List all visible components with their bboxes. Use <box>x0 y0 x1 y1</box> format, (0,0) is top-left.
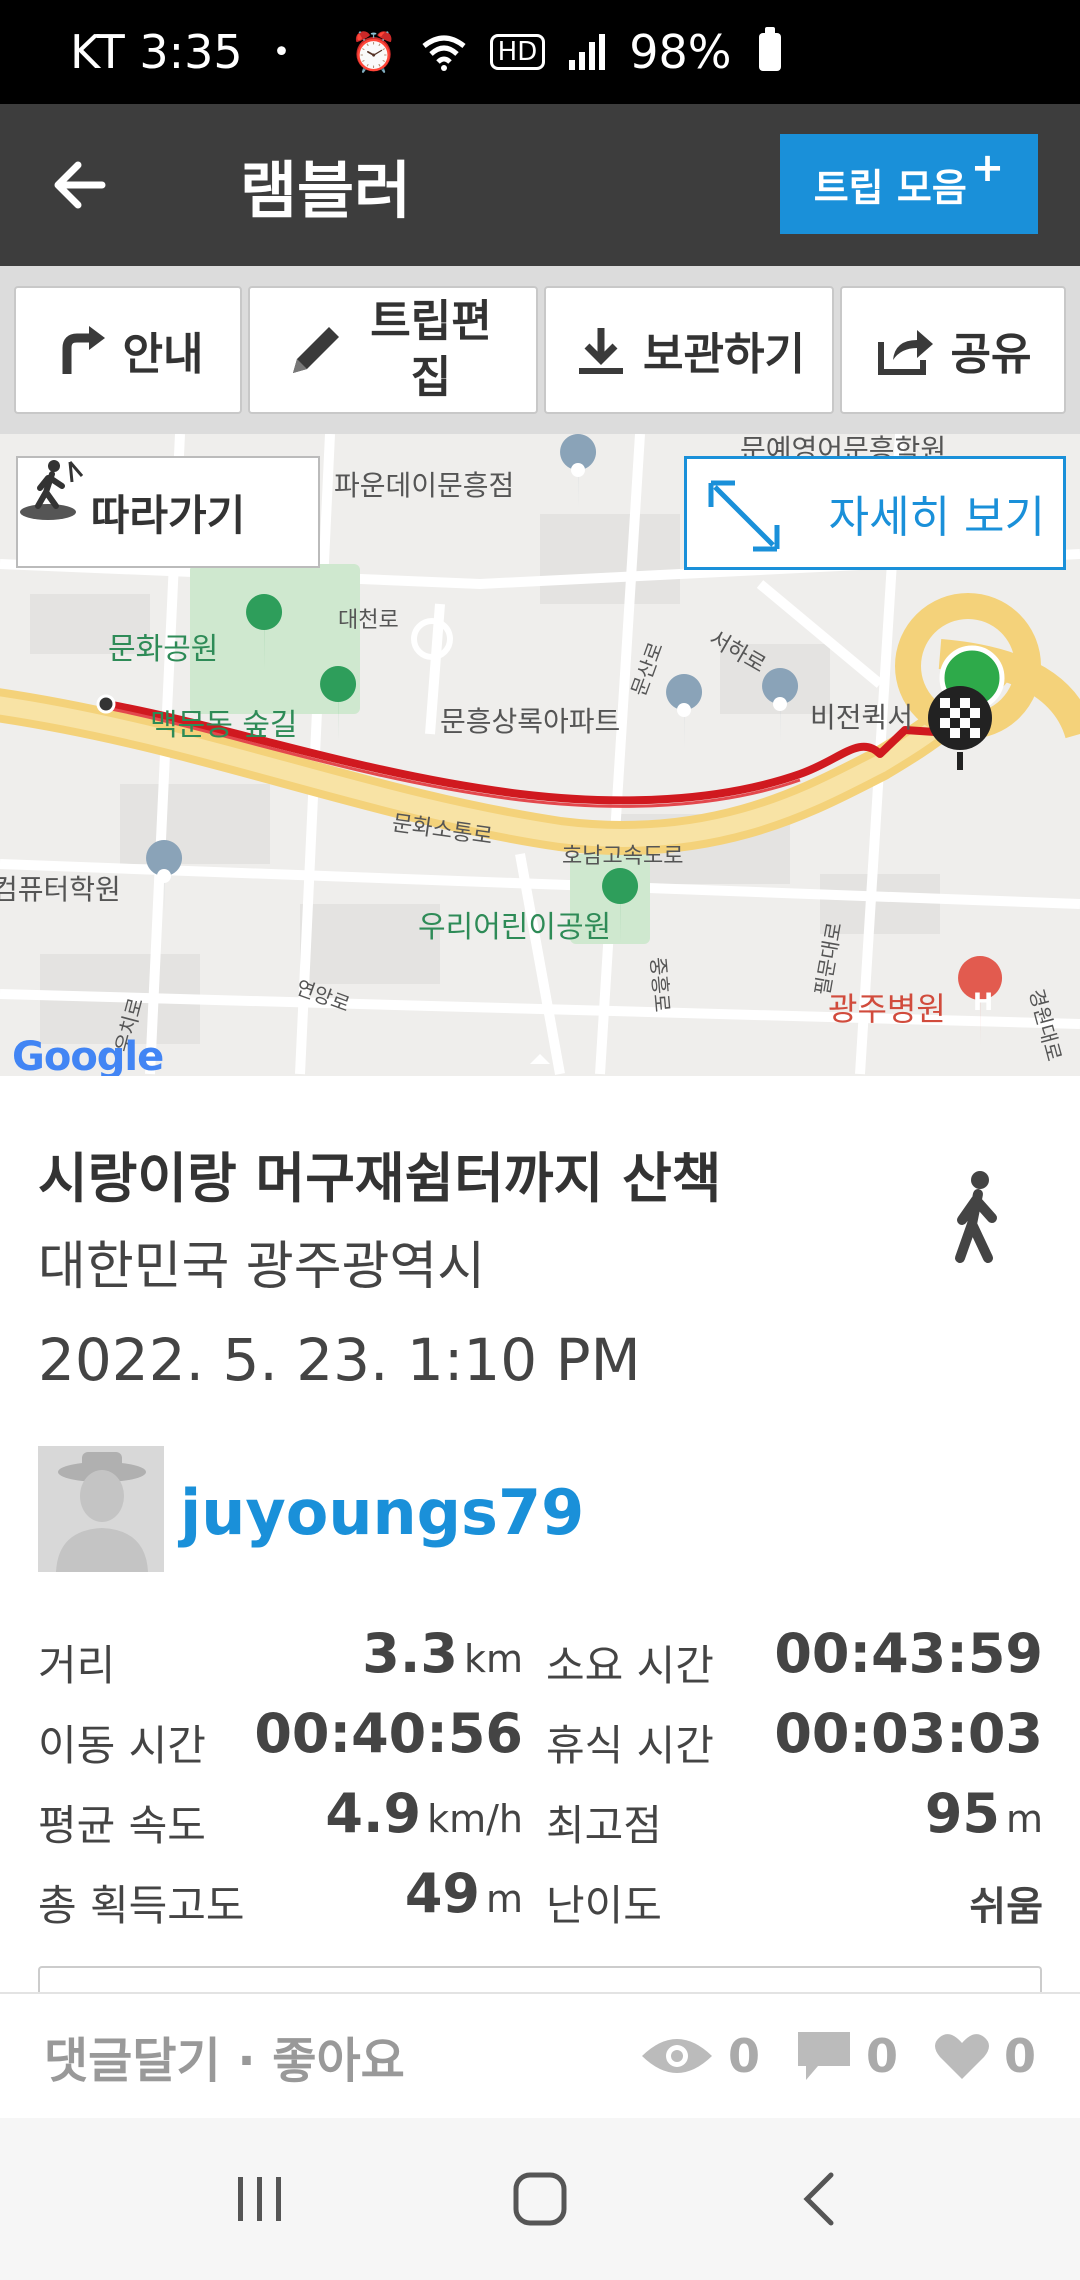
username-link[interactable]: juyoungs79 <box>180 1476 584 1549</box>
arrow-left-icon <box>54 161 106 209</box>
likes-counter[interactable]: 0 <box>934 2029 1036 2083</box>
stat-row: 총 획득고도 49 m 난이도 쉬움 <box>38 1856 1043 1936</box>
recent-apps-icon <box>238 2177 281 2221</box>
guide-button[interactable]: 안내 <box>14 286 242 414</box>
stat-value: 00:43:59 <box>774 1622 1043 1685</box>
stat-label: 난이도 <box>546 1881 662 1930</box>
comment-like-link[interactable]: 댓글달기 · 좋아요 <box>44 2021 405 2091</box>
expand-icon <box>708 480 780 552</box>
default-avatar-icon <box>38 1446 164 1572</box>
stat-label: 총 획득고도 <box>38 1881 245 1930</box>
heart-icon <box>934 2034 989 2079</box>
edit-trip-label: 트립편집 <box>370 296 492 403</box>
comments-counter[interactable]: 0 <box>796 2029 898 2083</box>
back-nav-button[interactable] <box>760 2149 880 2249</box>
save-label: 보관하기 <box>643 329 805 380</box>
views-count: 0 <box>727 2029 760 2083</box>
comment-like-bar: 댓글달기 · 좋아요 0 0 0 <box>0 1992 1080 2118</box>
stat-value: 4.9 km/h <box>325 1782 523 1845</box>
hd-voice-icon: HD <box>489 34 546 70</box>
stat-label: 최고점 <box>546 1801 662 1850</box>
view-detail-button[interactable]: 자세히 보기 <box>684 456 1066 570</box>
map-label-munheung-apt: 문흥상록아파트 <box>440 705 621 738</box>
walking-icon <box>955 1171 997 1263</box>
stat-row: 거리 3.3 km 소요 시간 00:43:59 <box>38 1616 1043 1696</box>
trip-location: 대한민국 광주광역시 <box>38 1237 486 1297</box>
map-label-woori: 우리어린이공원 <box>418 910 612 945</box>
download-icon <box>579 328 624 374</box>
google-logo: Google <box>12 1034 164 1076</box>
trip-date: 2022. 5. 23. 1:10 PM <box>38 1326 641 1394</box>
stat-row: 이동 시간 00:40:56 휴식 시간 00:03:03 <box>38 1696 1043 1776</box>
home-icon <box>513 2172 567 2226</box>
stat-label: 거리 <box>38 1641 116 1690</box>
home-button[interactable] <box>480 2149 600 2249</box>
app-title: 램블러 <box>240 154 412 227</box>
map-label-maekmundong: 맥문동 숲길 <box>150 708 298 743</box>
difficulty-value: 쉬움 <box>969 1884 1043 1930</box>
likes-count: 0 <box>1003 2029 1036 2083</box>
map-label-gwangju-hospital: 광주병원 <box>828 990 946 1028</box>
route-map[interactable]: H 문예영어문흥학원 파운데이문흥점 문화공원 대천로 서하로 문산로 맥문동 … <box>0 434 1080 1076</box>
follow-button[interactable]: 따라가기 <box>16 456 320 568</box>
share-button[interactable]: 공유 <box>840 286 1066 414</box>
wifi-icon <box>422 35 466 71</box>
stat-label: 평균 속도 <box>38 1801 206 1850</box>
plus-icon: + <box>970 145 1005 191</box>
comment-icon <box>797 2032 850 2080</box>
stat-value: 3.3 km <box>362 1622 523 1685</box>
svg-text:H: H <box>973 988 993 1016</box>
stat-value: 95 m <box>924 1782 1043 1845</box>
action-toolbar: 안내 트립편집 보관하기 공유 <box>0 266 1080 434</box>
share-label: 공유 <box>950 329 1032 380</box>
stat-label: 휴식 시간 <box>546 1721 714 1770</box>
map-label-computer: 컴퓨터학원 <box>0 873 121 906</box>
stat-label: 소요 시간 <box>546 1641 714 1690</box>
turn-right-icon <box>62 326 105 374</box>
edit-trip-button[interactable]: 트립편집 <box>248 286 538 414</box>
battery-percent: 98% <box>629 25 732 79</box>
trip-collection-label: 트립 모음 <box>813 165 967 210</box>
trip-title: 시랑이랑 머구재쉼터까지 산책 <box>38 1147 722 1210</box>
view-detail-label: 자세히 보기 <box>828 492 1045 543</box>
user-avatar[interactable] <box>38 1446 164 1572</box>
chevron-left-icon <box>803 2172 834 2226</box>
battery-icon <box>759 27 782 71</box>
trip-collection-button[interactable]: 트립 모음 + <box>780 134 1038 234</box>
share-icon <box>877 330 933 375</box>
back-button[interactable] <box>50 135 160 235</box>
map-label-vertical-road: 중흥로 <box>645 956 675 1014</box>
app-bar: 램블러 트립 모음 + <box>0 104 1080 266</box>
views-counter: 0 <box>640 2029 760 2083</box>
stat-label: 이동 시간 <box>38 1721 206 1770</box>
stat-row: 평균 속도 4.9 km/h 최고점 95 m <box>38 1776 1043 1856</box>
trip-stats: 거리 3.3 km 소요 시간 00:43:59 이동 시간 00:40:56 휴… <box>38 1616 1043 1936</box>
comments-count: 0 <box>865 2029 898 2083</box>
map-label-daecheonro: 대천로 <box>338 608 399 633</box>
status-bar: KT 3:35 • ⏰ HD 98% <box>0 0 1080 104</box>
map-label-paun: 파운데이문흥점 <box>334 469 515 502</box>
system-nav-bar <box>0 2118 1080 2280</box>
map-label-honam: 호남고속도로 <box>562 844 684 869</box>
recent-apps-button[interactable] <box>200 2149 320 2249</box>
stat-value: 00:40:56 <box>254 1702 523 1765</box>
hiker-icon <box>20 460 84 520</box>
follow-label: 따라가기 <box>90 490 246 540</box>
eye-icon <box>641 2039 712 2073</box>
notification-dot: • <box>272 34 291 70</box>
map-label-munhwa-park: 문화공원 <box>108 632 219 667</box>
signal-icon <box>569 34 606 70</box>
trip-info: 시랑이랑 머구재쉼터까지 산책 대한민국 광주광역시 2022. 5. 23. … <box>0 1076 1080 1996</box>
carrier-time: KT 3:35 <box>70 25 243 79</box>
map-label-vision: 비전퀵서 <box>810 701 914 734</box>
stat-value: 49 m <box>404 1862 523 1925</box>
alarm-icon: ⏰ <box>350 29 398 74</box>
guide-label: 안내 <box>122 329 204 380</box>
stat-value: 00:03:03 <box>774 1702 1043 1765</box>
save-button[interactable]: 보관하기 <box>544 286 834 414</box>
pencil-icon <box>293 327 339 373</box>
